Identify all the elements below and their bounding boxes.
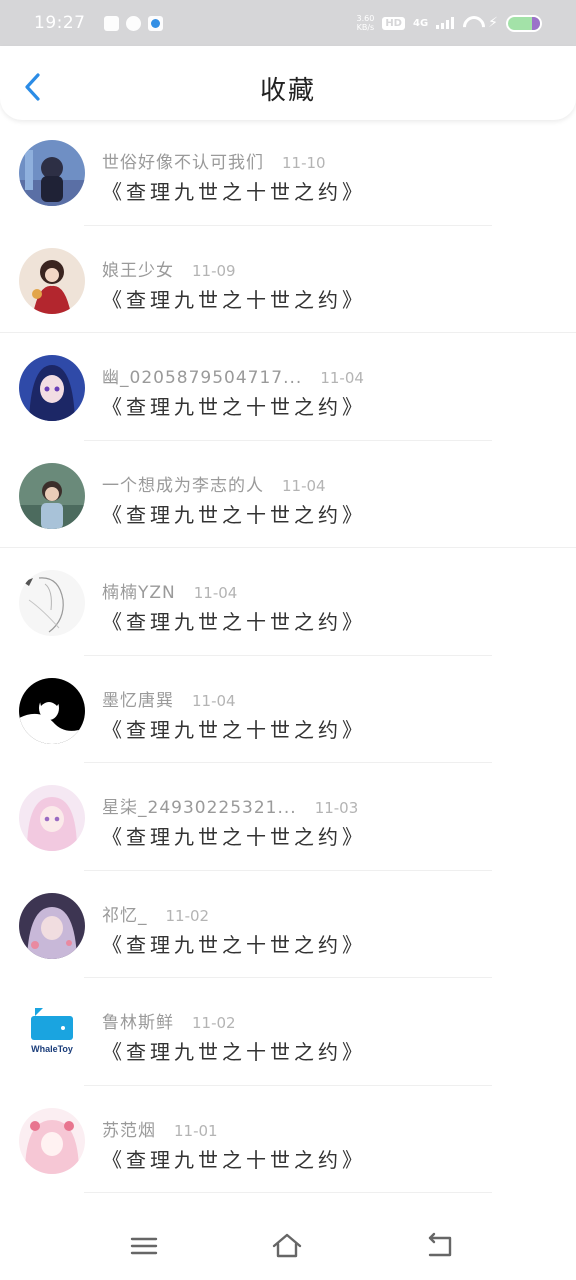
network-speed: 3.60 KB/s <box>357 14 375 32</box>
network-speed-value: 3.60 <box>356 14 375 23</box>
username[interactable]: 世俗好像不认可我们 <box>102 148 264 173</box>
book-title[interactable]: 《查理九世之十世之约》 <box>102 391 366 420</box>
favorite-meta: 祁忆_ 11-02 <box>102 901 209 926</box>
book-title[interactable]: 《查理九世之十世之约》 <box>102 1144 366 1173</box>
avatar[interactable] <box>19 892 85 959</box>
whaletoy-logo-text: WhaleToy <box>31 1044 73 1054</box>
username[interactable]: 祁忆_ <box>102 901 148 926</box>
gallery-notification-icon <box>103 15 119 31</box>
book-title[interactable]: 《查理九世之十世之约》 <box>102 284 366 313</box>
favorite-meta: 星柒_24930225321... 11-03 <box>102 793 358 818</box>
favorite-meta: 幽_0205879504717... 11-04 <box>102 363 364 388</box>
username[interactable]: 鲁林斯鲜 <box>102 1008 174 1033</box>
favorite-date: 11-04 <box>320 369 364 387</box>
home-button[interactable] <box>271 1230 303 1262</box>
list-item[interactable]: 世俗好像不认可我们 11-10 《查理九世之十世之约》 <box>0 118 576 226</box>
menu-icon <box>130 1237 158 1255</box>
list-item[interactable]: WhaleToy 鲁林斯鲜 11-02 《查理九世之十世之约》 <box>0 978 576 1086</box>
username[interactable]: 墨忆唐巽 <box>102 686 174 711</box>
wifi-icon <box>462 16 480 30</box>
list-item[interactable]: 娘王少女 11-09 《查理九世之十世之约》 <box>0 226 576 333</box>
avatar[interactable] <box>19 785 85 851</box>
book-title[interactable]: 《查理九世之十世之约》 <box>102 714 366 743</box>
list-item[interactable]: 一个想成为李志的人 11-04 《查理九世之十世之约》 <box>0 441 576 548</box>
book-title[interactable]: 《查理九世之十世之约》 <box>102 176 366 205</box>
favorites-list: 世俗好像不认可我们 11-10 《查理九世之十世之约》 娘王少女 11-09 《… <box>0 118 576 1193</box>
book-title[interactable]: 《查理九世之十世之约》 <box>102 929 366 958</box>
favorite-date: 11-09 <box>192 261 236 280</box>
favorite-meta: 楠楠YZN 11-04 <box>102 578 237 603</box>
avatar[interactable] <box>19 355 85 421</box>
avatar[interactable] <box>19 462 85 529</box>
network-speed-unit: KB/s <box>356 23 375 32</box>
list-item[interactable]: 墨忆唐巽 11-04 《查理九世之十世之约》 <box>0 656 576 763</box>
hd-badge: HD <box>382 16 405 30</box>
divider <box>84 1192 492 1193</box>
username[interactable]: 幽_0205879504717... <box>102 363 302 388</box>
username[interactable]: 一个想成为李志的人 <box>102 471 264 496</box>
favorite-date: 11-04 <box>192 691 236 710</box>
app-notification-icon <box>125 15 141 31</box>
system-nav-bar <box>0 1210 576 1280</box>
avatar[interactable] <box>19 677 85 744</box>
favorite-meta: 世俗好像不认可我们 11-10 <box>102 148 326 173</box>
page-title: 收藏 <box>259 76 316 106</box>
favorite-date: 11-03 <box>314 799 359 817</box>
list-item[interactable]: 苏范烟 11-01 《查理九世之十世之约》 <box>0 1086 576 1193</box>
return-icon <box>428 1232 452 1257</box>
favorite-meta: 墨忆唐巽 11-04 <box>102 686 236 711</box>
notification-icons <box>103 15 163 31</box>
avatar[interactable] <box>19 1107 85 1174</box>
favorite-meta: 娘王少女 11-09 <box>102 256 236 281</box>
favorite-meta: 一个想成为李志的人 11-04 <box>102 471 326 496</box>
favorite-meta: 鲁林斯鲜 11-02 <box>102 1008 236 1033</box>
favorite-date: 11-04 <box>282 476 326 495</box>
charging-icon: ⚡ <box>488 15 498 31</box>
avatar[interactable] <box>19 140 85 206</box>
list-item[interactable]: 楠楠YZN 11-04 《查理九世之十世之约》 <box>0 548 576 656</box>
list-item[interactable]: 幽_0205879504717... 11-04 《查理九世之十世之约》 <box>0 333 576 441</box>
book-title[interactable]: 《查理九世之十世之约》 <box>102 1036 366 1065</box>
signal-icon <box>436 17 455 29</box>
favorite-date: 11-04 <box>193 584 238 602</box>
browser-notification-icon <box>147 15 163 31</box>
username[interactable]: 星柒_24930225321... <box>102 793 297 818</box>
battery-icon <box>506 14 542 32</box>
list-item[interactable]: 星柒_24930225321... 11-03 《查理九世之十世之约》 <box>0 763 576 871</box>
favorite-date: 11-02 <box>165 906 210 925</box>
menu-button[interactable] <box>128 1230 160 1262</box>
favorite-date: 11-01 <box>174 1121 218 1140</box>
book-title[interactable]: 《查理九世之十世之约》 <box>102 499 366 528</box>
network-type: 4G <box>412 17 429 29</box>
system-back-button[interactable] <box>424 1230 456 1262</box>
avatar[interactable]: WhaleToy <box>19 1000 85 1066</box>
book-title[interactable]: 《查理九世之十世之约》 <box>102 606 366 635</box>
favorite-date: 11-02 <box>192 1014 236 1032</box>
status-indicators: 3.60 KB/s HD 4G ⚡ <box>357 14 542 32</box>
avatar[interactable] <box>19 247 85 314</box>
username[interactable]: 楠楠YZN <box>102 578 176 603</box>
list-item[interactable]: 祁忆_ 11-02 《查理九世之十世之约》 <box>0 871 576 978</box>
favorite-meta: 苏范烟 11-01 <box>102 1116 218 1141</box>
book-title[interactable]: 《查理九世之十世之约》 <box>102 821 366 850</box>
username[interactable]: 娘王少女 <box>102 256 174 281</box>
avatar[interactable] <box>19 570 85 636</box>
home-icon <box>272 1233 302 1258</box>
status-bar: 19:27 3.60 KB/s HD 4G ⚡ <box>0 0 576 46</box>
header: 收藏 <box>0 46 576 120</box>
username[interactable]: 苏范烟 <box>102 1116 156 1141</box>
favorite-date: 11-10 <box>282 154 326 172</box>
status-time: 19:27 <box>34 13 86 33</box>
